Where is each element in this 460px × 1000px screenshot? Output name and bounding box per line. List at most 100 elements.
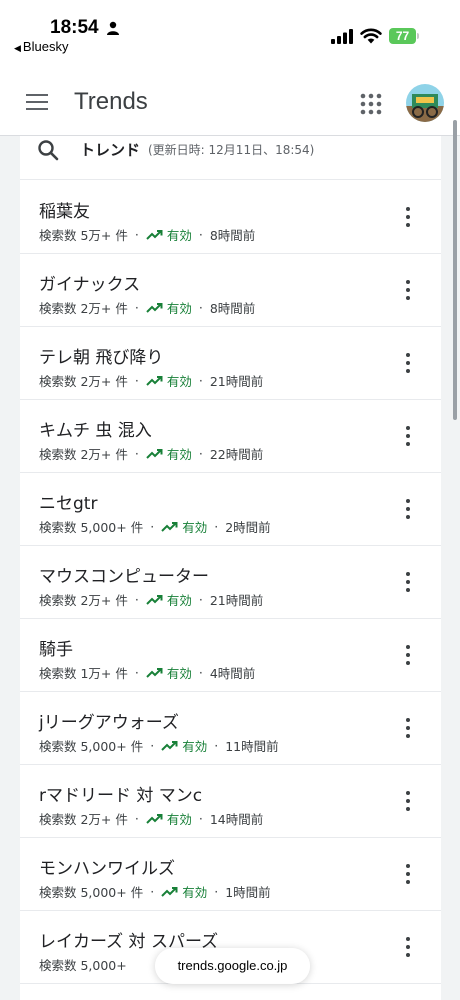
trending-up-icon xyxy=(146,449,163,459)
status-active: 有効 xyxy=(166,447,192,462)
separator-dot: · xyxy=(134,227,139,242)
time-ago: 8時間前 xyxy=(209,301,256,316)
list-title: トレンド xyxy=(80,141,141,159)
more-vert-icon[interactable] xyxy=(398,935,418,959)
more-vert-icon[interactable] xyxy=(398,424,418,448)
more-vert-icon[interactable] xyxy=(398,205,418,229)
status-active: 有効 xyxy=(166,666,192,681)
menu-icon[interactable] xyxy=(26,94,48,110)
more-vert-icon[interactable] xyxy=(398,716,418,740)
status-active: 有効 xyxy=(166,228,192,243)
trending-up-icon xyxy=(161,887,178,897)
page-title: Trends xyxy=(74,88,148,115)
list-item[interactable]: マウスコンピューター 検索数 2万+ 件 · 有効 · 21時間前 xyxy=(20,546,441,619)
trend-meta: 検索数 2万+ 件 · 有効 · 21時間前 xyxy=(39,590,263,609)
status-active: 有効 xyxy=(166,593,192,608)
more-vert-icon[interactable] xyxy=(398,497,418,521)
trending-up-icon xyxy=(146,814,163,824)
time-ago: 11時間前 xyxy=(225,739,279,754)
search-volume: 検索数 2万+ 件 xyxy=(39,447,128,462)
status-time: 18:54 xyxy=(50,17,99,38)
separator-dot: · xyxy=(198,446,203,461)
trend-meta: 検索数 1万+ 件 · 有効 · 4時間前 xyxy=(39,663,255,682)
list-item[interactable]: jリーグアウォーズ 検索数 5,000+ 件 · 有効 · 11時間前 xyxy=(20,692,441,765)
list-item[interactable]: モンハンワイルズ 検索数 5,000+ 件 · 有効 · 1時間前 xyxy=(20,838,441,911)
list-item[interactable]: rマドリード 対 マンc 検索数 2万+ 件 · 有効 · 14時間前 xyxy=(20,765,441,838)
separator-dot: · xyxy=(134,592,139,607)
separator-dot: · xyxy=(198,665,203,680)
separator-dot: · xyxy=(198,300,203,315)
signal-icon xyxy=(331,29,353,44)
time-ago: 8時間前 xyxy=(209,228,256,243)
trend-meta: 検索数 2万+ 件 · 有効 · 14時間前 xyxy=(39,809,263,828)
more-vert-icon[interactable] xyxy=(398,351,418,375)
separator-dot: · xyxy=(214,884,219,899)
separator-dot: · xyxy=(150,738,155,753)
person-icon xyxy=(107,21,119,35)
separator-dot: · xyxy=(150,519,155,534)
trending-up-icon xyxy=(161,522,178,532)
trend-term: jリーグアウォーズ xyxy=(39,713,179,733)
trend-meta: 検索数 5,000+ xyxy=(39,955,127,974)
time-ago: 2時間前 xyxy=(225,520,271,535)
time-ago: 4時間前 xyxy=(209,666,256,681)
list-item[interactable]: 騎手 検索数 1万+ 件 · 有効 · 4時間前 xyxy=(20,619,441,692)
battery-icon: 77 xyxy=(389,28,419,44)
more-vert-icon[interactable] xyxy=(398,862,418,886)
trend-term: モンハンワイルズ xyxy=(39,859,175,879)
separator-dot: · xyxy=(150,884,155,899)
trend-term: キムチ 虫 混入 xyxy=(39,421,152,441)
more-vert-icon[interactable] xyxy=(398,278,418,302)
list-item[interactable]: ニセgtr 検索数 5,000+ 件 · 有効 · 2時間前 xyxy=(20,473,441,546)
separator-dot: · xyxy=(198,227,203,242)
time-ago: 1時間前 xyxy=(225,885,271,900)
url-bar[interactable]: trends.google.co.jp xyxy=(155,948,310,984)
app-bar: Trends xyxy=(0,62,460,136)
separator-dot: · xyxy=(198,811,203,826)
status-active: 有効 xyxy=(182,885,208,900)
apps-grid-icon[interactable] xyxy=(360,93,382,115)
separator-dot: · xyxy=(198,592,203,607)
trend-term: テレ朝 飛び降り xyxy=(39,348,164,368)
list-item[interactable]: 稲葉友 検索数 5万+ 件 · 有効 · 8時間前 xyxy=(20,181,441,254)
search-volume: 検索数 2万+ 件 xyxy=(39,374,128,389)
separator-dot: · xyxy=(134,665,139,680)
search-volume: 検索数 1万+ 件 xyxy=(39,666,128,681)
wifi-icon xyxy=(360,28,382,44)
trend-meta: 検索数 5,000+ 件 · 有効 · 1時間前 xyxy=(39,882,271,901)
time-ago: 21時間前 xyxy=(209,593,264,608)
list-item[interactable]: ガイナックス 検索数 2万+ 件 · 有効 · 8時間前 xyxy=(20,254,441,327)
trending-up-icon xyxy=(146,376,163,386)
status-active: 有効 xyxy=(182,520,208,535)
more-vert-icon[interactable] xyxy=(398,643,418,667)
search-volume: 検索数 5,000+ xyxy=(39,958,127,973)
time-ago: 21時間前 xyxy=(209,374,264,389)
search-icon xyxy=(38,140,59,161)
separator-dot: · xyxy=(134,373,139,388)
time-ago: 14時間前 xyxy=(209,812,264,827)
more-vert-icon[interactable] xyxy=(398,789,418,813)
list-item[interactable]: キムチ 虫 混入 検索数 2万+ 件 · 有効 · 22時間前 xyxy=(20,400,441,473)
trend-meta: 検索数 2万+ 件 · 有効 · 21時間前 xyxy=(39,371,263,390)
avatar[interactable] xyxy=(406,84,444,122)
list-header: トレンド (更新日時: 12月11日、18:54) xyxy=(20,136,441,180)
status-active: 有効 xyxy=(166,374,192,389)
time-ago: 22時間前 xyxy=(209,447,264,462)
separator-dot: · xyxy=(214,519,219,534)
trend-meta: 検索数 5,000+ 件 · 有効 · 11時間前 xyxy=(39,736,279,755)
separator-dot: · xyxy=(198,373,203,388)
back-app-label: Bluesky xyxy=(22,39,69,54)
more-vert-icon[interactable] xyxy=(398,570,418,594)
list-item[interactable]: テレ朝 飛び降り検索数 2万+ 件 · 有効 · 21時間前 xyxy=(20,327,441,400)
search-volume: 検索数 5万+ 件 xyxy=(39,228,128,243)
trending-up-icon xyxy=(146,668,163,678)
scrollbar[interactable] xyxy=(453,120,457,420)
back-to-app-link[interactable]: ◀ Bluesky xyxy=(14,39,68,54)
trend-meta: 検索数 5万+ 件 · 有効 · 8時間前 xyxy=(39,225,255,244)
battery-percent: 77 xyxy=(395,29,410,43)
trend-meta: 検索数 2万+ 件 · 有効 · 22時間前 xyxy=(39,444,263,463)
trend-term: マウスコンピューター xyxy=(39,567,209,587)
trend-term: ニセgtr xyxy=(39,494,98,514)
battery-nub xyxy=(417,33,419,39)
trend-meta: 検索数 2万+ 件 · 有効 · 8時間前 xyxy=(39,298,255,317)
